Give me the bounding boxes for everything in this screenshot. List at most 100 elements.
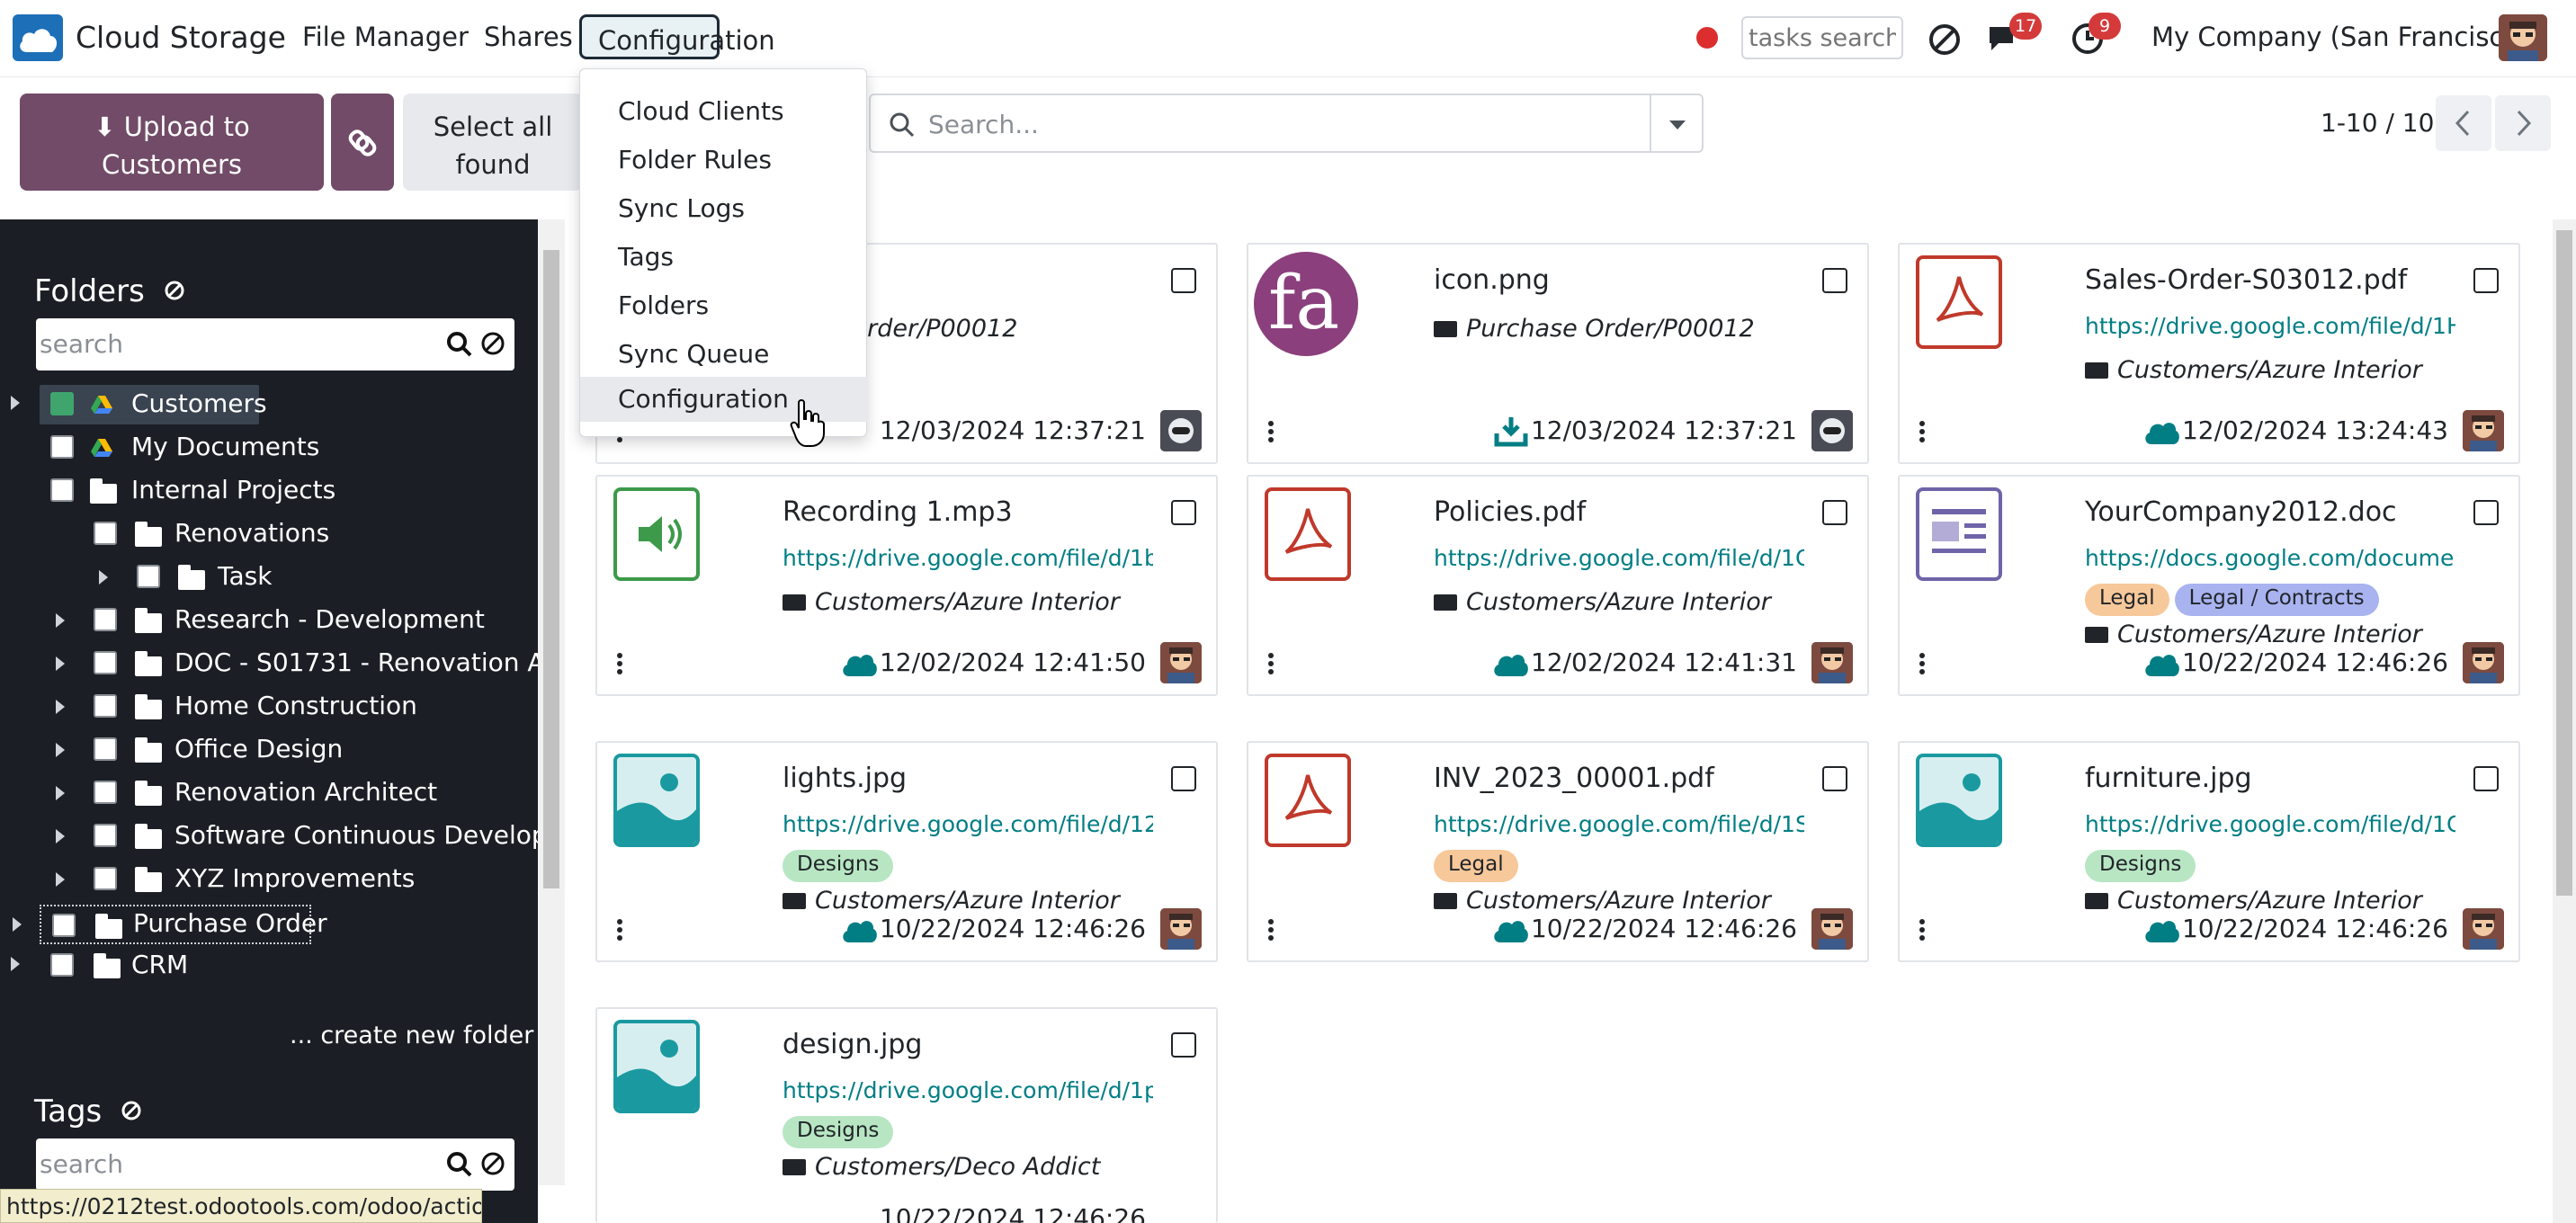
menu-item-sync-logs[interactable]: Sync Logs: [580, 186, 868, 231]
expand-caret-icon[interactable]: [56, 829, 65, 844]
file-card[interactable]: INV_2023_00001.pdf https://drive.google.…: [1247, 741, 1869, 962]
file-url-link[interactable]: https://drive.google.com/file/d/1Og: [2085, 811, 2455, 837]
file-checkbox[interactable]: [1171, 1032, 1196, 1058]
more-options-icon[interactable]: [1919, 919, 1925, 941]
select-all-found-button[interactable]: Select all found: [403, 94, 583, 191]
search-input[interactable]: Search...: [869, 94, 1651, 153]
menu-item-cloud-clients[interactable]: Cloud Clients: [580, 89, 868, 134]
file-url-link[interactable]: https://drive.google.com/file/d/1bx: [783, 545, 1153, 571]
expand-caret-icon[interactable]: [56, 743, 65, 757]
expand-caret-icon[interactable]: [56, 872, 65, 887]
main-scrollbar[interactable]: [2553, 219, 2576, 1223]
file-checkbox[interactable]: [2473, 500, 2499, 525]
tag-designs[interactable]: Designs: [783, 1116, 894, 1148]
checkbox[interactable]: [94, 737, 117, 761]
more-options-icon[interactable]: [1268, 919, 1274, 941]
file-url-link[interactable]: https://drive.google.com/file/d/127: [783, 811, 1153, 837]
more-options-icon[interactable]: [1268, 653, 1274, 674]
file-card[interactable]: fa icon.png Purchase Order/P00012 12/03/…: [1247, 243, 1869, 464]
search-icon[interactable]: [446, 1151, 473, 1178]
file-checkbox[interactable]: [1171, 500, 1196, 525]
file-name[interactable]: furniture.jpg: [2085, 763, 2252, 794]
download-to-local-icon[interactable]: [1493, 414, 1529, 450]
expand-caret-icon[interactable]: [56, 700, 65, 714]
more-options-icon[interactable]: [1919, 421, 1925, 442]
pager-next-button[interactable]: [2495, 95, 2551, 151]
tag-legal[interactable]: Legal: [1434, 850, 1518, 882]
search-options-toggle[interactable]: [1651, 94, 1704, 153]
more-options-icon[interactable]: [1268, 421, 1274, 442]
app-name[interactable]: Cloud Storage: [76, 20, 286, 55]
link-button[interactable]: [331, 94, 394, 191]
file-card[interactable]: YourCompany2012.doc https://docs.google.…: [1898, 475, 2520, 696]
create-new-folder-link[interactable]: ... create new folder: [290, 1022, 533, 1049]
expand-caret-icon[interactable]: [56, 656, 65, 671]
upload-to-customers-button[interactable]: ⬇ Upload to Customers: [20, 94, 324, 191]
checkbox[interactable]: [94, 824, 117, 847]
checkbox[interactable]: [94, 522, 117, 545]
folder-search-input[interactable]: search: [36, 318, 514, 370]
more-options-icon[interactable]: [617, 919, 622, 941]
checkbox[interactable]: [137, 565, 160, 588]
file-name[interactable]: YourCompany2012.doc: [2085, 496, 2397, 528]
file-card[interactable]: Sales-Order-S03012.pdf https://drive.goo…: [1898, 243, 2520, 464]
file-checkbox[interactable]: [1822, 268, 1847, 293]
recording-indicator-icon[interactable]: [1696, 27, 1718, 49]
pager-value[interactable]: 1-10 / 10: [2321, 108, 2434, 138]
more-options-icon[interactable]: [1919, 653, 1925, 674]
tag-search-input[interactable]: search: [36, 1138, 514, 1191]
file-card[interactable]: Recording 1.mp3 https://drive.google.com…: [595, 475, 1218, 696]
search-icon[interactable]: [446, 331, 473, 358]
file-name[interactable]: Recording 1.mp3: [783, 496, 1013, 528]
checkbox[interactable]: [94, 867, 117, 890]
checkbox[interactable]: [94, 608, 117, 631]
file-name[interactable]: INV_2023_00001.pdf: [1434, 763, 1714, 794]
checkbox-checked[interactable]: [50, 392, 74, 415]
file-checkbox[interactable]: [1171, 268, 1196, 293]
tag-designs[interactable]: Designs: [2085, 850, 2196, 882]
checkbox[interactable]: [52, 914, 76, 937]
pager-previous-button[interactable]: [2436, 95, 2491, 151]
clear-filter-icon[interactable]: [164, 280, 185, 301]
file-url-link[interactable]: https://drive.google.com/file/d/1SC: [1434, 811, 1804, 837]
file-name[interactable]: lights.jpg: [783, 763, 907, 794]
clear-search-icon[interactable]: [480, 1151, 505, 1176]
file-card[interactable]: design.jpg https://drive.google.com/file…: [595, 1007, 1218, 1223]
checkbox[interactable]: [50, 953, 74, 977]
clear-filter-icon[interactable]: [121, 1100, 142, 1121]
menu-item-folders[interactable]: Folders: [580, 283, 868, 328]
file-checkbox[interactable]: [2473, 766, 2499, 791]
menu-item-sync-queue[interactable]: Sync Queue: [580, 332, 868, 377]
file-card[interactable]: Policies.pdf https://drive.google.com/fi…: [1247, 475, 1869, 696]
file-name[interactable]: design.jpg: [783, 1029, 922, 1060]
file-name[interactable]: Sales-Order-S03012.pdf: [2085, 264, 2407, 296]
user-avatar[interactable]: [2499, 14, 2547, 61]
menu-configuration[interactable]: Configuration: [579, 14, 775, 59]
menu-shares[interactable]: Shares: [484, 22, 573, 52]
tag-legal[interactable]: Legal: [2085, 584, 2169, 616]
tree-item-customers[interactable]: Customers: [11, 385, 267, 424]
file-name[interactable]: Policies.pdf: [1434, 496, 1586, 528]
file-url-link[interactable]: https://docs.google.com/document: [2085, 545, 2455, 571]
voip-icon[interactable]: [1927, 22, 1963, 64]
file-checkbox[interactable]: [1171, 766, 1196, 791]
expand-caret-icon[interactable]: [11, 957, 20, 971]
file-checkbox[interactable]: [2473, 268, 2499, 293]
file-url-link[interactable]: https://drive.google.com/file/d/1pT: [783, 1077, 1153, 1103]
checkbox[interactable]: [94, 651, 117, 674]
menu-file-manager[interactable]: File Manager: [302, 22, 469, 52]
tree-item-purchase-order[interactable]: Purchase Order: [13, 905, 327, 944]
file-name[interactable]: icon.png: [1434, 264, 1550, 296]
tag-legal-contracts[interactable]: Legal / Contracts: [2174, 584, 2379, 616]
tasks-search-input[interactable]: [1741, 16, 1903, 59]
more-options-icon[interactable]: [617, 653, 622, 674]
menu-item-tags[interactable]: Tags: [580, 235, 868, 280]
expand-caret-icon[interactable]: [11, 396, 20, 410]
expand-caret-icon[interactable]: [13, 917, 22, 932]
menu-item-folder-rules[interactable]: Folder Rules: [580, 138, 868, 183]
expand-caret-icon[interactable]: [99, 570, 108, 585]
sidebar-scroll-thumb[interactable]: [543, 250, 559, 888]
file-url-link[interactable]: https://drive.google.com/file/d/1HK: [2085, 313, 2455, 339]
expand-caret-icon[interactable]: [56, 613, 65, 628]
checkbox[interactable]: [50, 478, 74, 502]
